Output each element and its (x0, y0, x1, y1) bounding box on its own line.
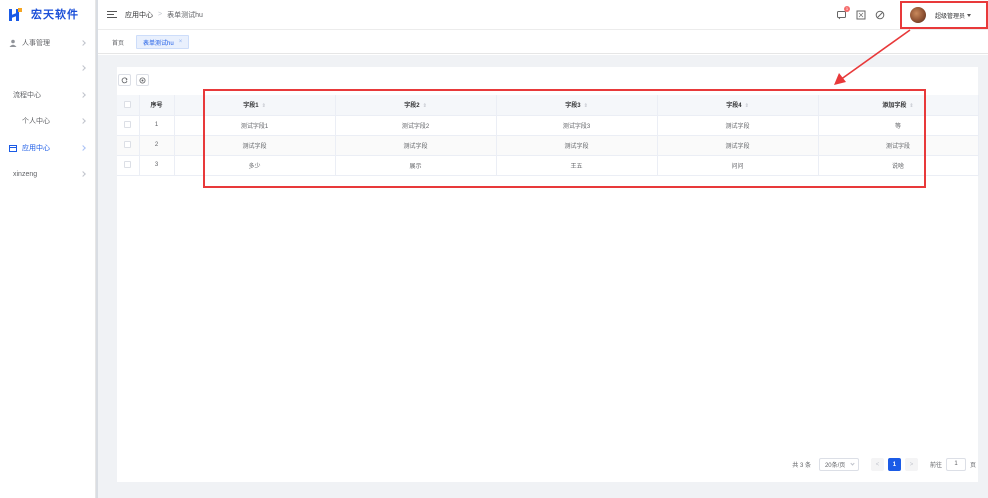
table-cell: 王五 (496, 155, 658, 176)
sidebar-item-label: 人事管理 (22, 40, 50, 47)
prev-page-button[interactable]: < (870, 458, 884, 471)
table-cell: 测试字段3 (496, 115, 658, 136)
sidebar-item-label: 个人中心 (22, 118, 50, 125)
breadcrumb-separator: > (158, 11, 163, 18)
column-header-added-field[interactable]: 添加字段 ⇕ (818, 95, 979, 116)
column-header-field3[interactable]: 字段3 ⇕ (496, 95, 658, 116)
page-size-value: 20条/页 (824, 463, 846, 469)
table-cell: 1 (139, 115, 175, 136)
chevron-right-icon (80, 65, 86, 71)
chevron-down-icon (850, 461, 855, 466)
goto-page-input[interactable]: 1 (945, 458, 966, 471)
table-cell: 说啥 (818, 155, 979, 176)
breadcrumb: 应用中心 > 表单测试hu (125, 10, 203, 20)
column-header-field4[interactable]: 字段4 ⇕ (657, 95, 819, 116)
table-cell: 测试字段 (657, 115, 819, 136)
data-table: 序号 字段1 ⇕ 字段2 ⇕ 字段3 ⇕ 字段4 ⇕ 添加字段 ⇕ 1 测试字段1 测试字… (117, 95, 979, 176)
pagination-total: 共 3 条 (792, 463, 811, 469)
column-header-field1[interactable]: 字段1 ⇕ (174, 95, 336, 116)
table-cell: 测试字段 (657, 135, 819, 156)
table-cell: 2 (139, 135, 175, 156)
sort-icon[interactable]: ⇕ (745, 103, 749, 109)
breadcrumb-item-current: 表单测试hu (167, 11, 203, 19)
theme-icon[interactable] (875, 10, 885, 20)
pagination: 共 3 条 20条/页 < 1 > 前往 1 页 (792, 458, 976, 471)
tab-form-test[interactable]: 表单测试hu × (136, 35, 190, 49)
goto-page: 前往 1 页 (930, 458, 976, 471)
logo-icon (9, 7, 23, 21)
calendar-icon (9, 144, 17, 152)
sidebar-item-process[interactable]: 流程中心 (0, 88, 95, 102)
table-cell: 测试字段1 (174, 115, 336, 136)
goto-label: 前往 (929, 463, 942, 469)
sidebar-item-hr[interactable]: 人事管理 (0, 36, 95, 50)
sidebar-item-label: xinzeng (13, 170, 38, 178)
sidebar-item-label: 流程中心 (13, 92, 41, 99)
fullscreen-icon[interactable] (856, 10, 866, 20)
sidebar-item-label: 应用中心 (22, 145, 50, 152)
table-cell: 测试字段 (496, 135, 658, 156)
table-cell: 展示 (335, 155, 497, 176)
sort-icon[interactable]: ⇕ (909, 103, 913, 109)
page-button-current[interactable]: 1 (887, 458, 901, 471)
avatar[interactable] (910, 7, 926, 23)
caret-down-icon[interactable] (967, 13, 972, 17)
sidebar-item-empty[interactable] (0, 61, 95, 75)
table-cell: 等 (818, 115, 979, 136)
annotation-arrow-icon (834, 29, 911, 85)
table-cell: 多少 (174, 155, 336, 176)
table-cell: 测试字段2 (335, 115, 497, 136)
select-all-checkbox-cell (117, 95, 140, 116)
table-header-row: 序号 字段1 ⇕ 字段2 ⇕ 字段3 ⇕ 字段4 ⇕ 添加字段 ⇕ (117, 95, 979, 116)
page-unit-label: 页 (969, 463, 976, 469)
table-cell: 问问 (657, 155, 819, 176)
tab-home[interactable]: 首页 (112, 38, 124, 47)
row-checkbox[interactable] (124, 141, 132, 149)
app-root: 宏天软件 人事管理 流程中心 个人中心 应用中心 xinzeng 应用中心 > … (0, 0, 988, 498)
table-cell: 3 (139, 155, 175, 176)
table-row[interactable]: 3 多少 展示 王五 问问 说啥 (117, 155, 979, 176)
table-cell: 测试字段 (174, 135, 336, 156)
logo-text: 宏天软件 (31, 9, 79, 21)
select-all-checkbox[interactable] (124, 101, 132, 109)
tab-label: 表单测试hu (143, 40, 174, 47)
sort-icon[interactable]: ⇕ (423, 103, 427, 109)
table-cell: 测试字段 (335, 135, 497, 156)
sort-icon[interactable]: ⇕ (584, 103, 588, 109)
menu-toggle-icon[interactable] (107, 10, 117, 19)
chevron-right-icon (80, 40, 86, 46)
chevron-right-icon (80, 118, 86, 124)
page-size-select[interactable]: 20条/页 (818, 458, 859, 471)
refresh-button[interactable] (118, 74, 131, 86)
sidebar-item-xinzeng[interactable]: xinzeng (0, 167, 95, 181)
sidebar: 宏天软件 人事管理 流程中心 个人中心 应用中心 xinzeng (0, 0, 98, 498)
row-checkbox[interactable] (124, 161, 132, 169)
message-icon[interactable]: 1 (837, 6, 850, 20)
close-icon[interactable]: × (179, 39, 183, 45)
table-row[interactable]: 2 测试字段 测试字段 测试字段 测试字段 测试字段 (117, 135, 979, 156)
breadcrumb-item[interactable]: 应用中心 (125, 10, 153, 20)
sort-icon[interactable]: ⇕ (262, 103, 266, 109)
sidebar-item-app-center[interactable]: 应用中心 (0, 141, 95, 155)
column-header-field2[interactable]: 字段2 ⇕ (335, 95, 497, 116)
header-actions: 1 超级管理员 (837, 0, 988, 30)
chevron-right-icon (80, 171, 86, 177)
table-cell: 测试字段 (818, 135, 979, 156)
notification-badge: 1 (844, 6, 850, 12)
logo: 宏天软件 (0, 0, 95, 28)
chevron-right-icon (80, 92, 86, 98)
user-name[interactable]: 超级管理员 (935, 11, 965, 20)
top-header: 应用中心 > 表单测试hu 1 超级管理员 (98, 0, 988, 30)
settings-button[interactable] (136, 74, 149, 86)
sidebar-item-personal[interactable]: 个人中心 (0, 114, 95, 128)
chevron-right-icon (80, 145, 86, 151)
next-page-button[interactable]: > (904, 458, 918, 471)
user-icon (9, 39, 17, 47)
row-checkbox[interactable] (124, 121, 132, 129)
refresh-icon (121, 76, 128, 83)
gear-icon (139, 77, 146, 83)
column-header-index: 序号 (139, 95, 175, 116)
user-menu[interactable]: 超级管理员 (900, 1, 988, 29)
table-row[interactable]: 1 测试字段1 测试字段2 测试字段3 测试字段 等 (117, 115, 979, 136)
